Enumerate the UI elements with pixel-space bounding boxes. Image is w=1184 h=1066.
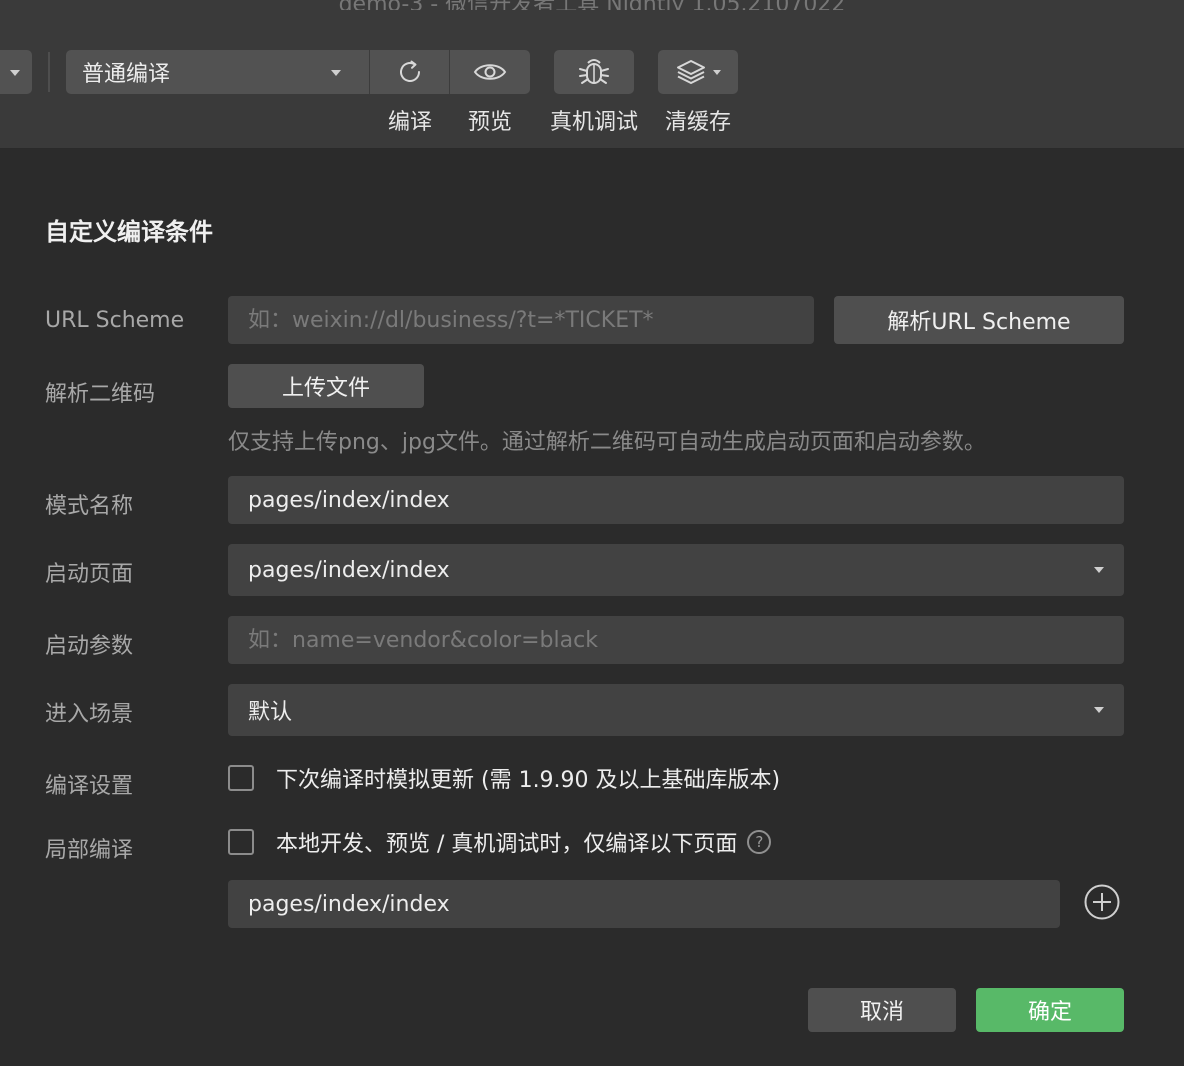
toolbar-divider <box>48 52 50 92</box>
compile-label: 编译 <box>387 110 432 135</box>
partial-compile-page-input[interactable]: pages/index/index <box>228 880 1060 928</box>
start-params-input[interactable] <box>228 616 1124 664</box>
start-page-value: pages/index/index <box>248 557 450 583</box>
scene-value: 默认 <box>248 700 293 725</box>
simulator-dropdown[interactable] <box>0 50 32 94</box>
simulate-update-checkbox[interactable] <box>228 765 254 791</box>
compile-mode-select[interactable]: 普通编译 <box>66 50 370 94</box>
partial-compile-option-label: 本地开发、预览 / 真机调试时，仅编译以下页面 <box>276 832 738 857</box>
cancel-button[interactable]: 取消 <box>808 988 956 1032</box>
compile-button[interactable] <box>370 50 450 94</box>
refresh-icon <box>399 60 420 82</box>
bug-icon <box>579 59 609 84</box>
simulate-update-label: 下次编译时模拟更新 (需 1.9.90 及以上基础库版本) <box>276 768 781 793</box>
real-device-debug-label: 真机调试 <box>549 110 638 135</box>
mode-name-label: 模式名称 <box>45 494 134 519</box>
mode-name-value: pages/index/index <box>248 487 450 513</box>
partial-compile-page-value: pages/index/index <box>248 891 450 917</box>
chevron-down-icon <box>1094 567 1104 573</box>
url-scheme-label: URL Scheme <box>45 308 185 333</box>
chevron-down-icon <box>331 70 341 76</box>
start-page-select[interactable]: pages/index/index <box>228 544 1124 596</box>
chevron-down-icon <box>1094 707 1104 713</box>
preview-button[interactable] <box>450 50 530 94</box>
clear-cache-label: 清缓存 <box>664 110 731 135</box>
preview-label: 预览 <box>467 110 512 135</box>
url-scheme-input[interactable] <box>228 296 814 344</box>
mode-name-input[interactable]: pages/index/index <box>228 476 1124 524</box>
partial-compile-checkbox[interactable] <box>228 829 254 855</box>
qrcode-label: 解析二维码 <box>45 382 156 407</box>
partial-compile-label: 局部编译 <box>45 838 134 863</box>
toolbar: demo-3 - 微信开发者工具 Nightly 1.05.2107022 普通… <box>0 0 1184 149</box>
compile-settings-label: 编译设置 <box>45 774 134 799</box>
help-icon[interactable]: ? <box>747 830 772 854</box>
real-device-debug-button[interactable] <box>554 50 634 94</box>
scene-select[interactable]: 默认 <box>228 684 1124 736</box>
confirm-button[interactable]: 确定 <box>976 988 1124 1032</box>
chevron-down-icon <box>10 70 20 76</box>
upload-file-button[interactable]: 上传文件 <box>228 364 424 408</box>
compile-mode-group: 普通编译 <box>66 50 530 94</box>
partial-compile-option: 本地开发、预览 / 真机调试时，仅编译以下页面 ? <box>276 826 772 858</box>
window-title: demo-3 - 微信开发者工具 Nightly 1.05.2107022 <box>0 0 1184 10</box>
scene-label: 进入场景 <box>45 702 134 727</box>
dialog-title: 自定义编译条件 <box>45 218 213 246</box>
add-icon[interactable] <box>1084 884 1120 920</box>
start-page-label: 启动页面 <box>45 562 134 587</box>
parse-url-scheme-button[interactable]: 解析URL Scheme <box>834 296 1124 344</box>
eye-icon <box>473 64 507 80</box>
clear-cache-button[interactable] <box>658 50 738 94</box>
compile-mode-value: 普通编译 <box>82 62 171 87</box>
chevron-down-icon <box>713 69 721 75</box>
qrcode-hint: 仅支持上传png、jpg文件。通过解析二维码可自动生成启动页面和启动参数。 <box>228 430 986 455</box>
start-params-label: 启动参数 <box>45 634 134 659</box>
layers-icon <box>677 60 705 84</box>
